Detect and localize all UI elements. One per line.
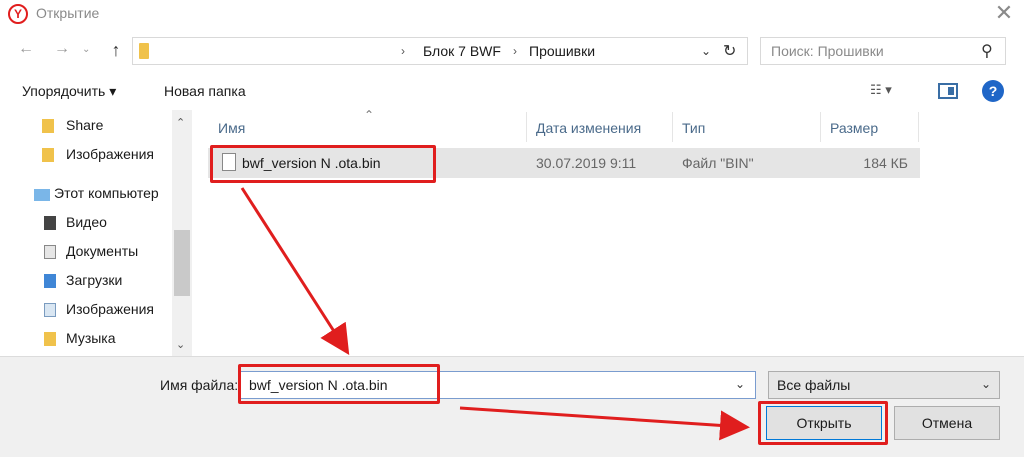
address-bar[interactable]: › Блок 7 BWF › Прошивки ⌄ ↻ bbox=[132, 37, 748, 65]
preview-pane-icon[interactable] bbox=[938, 83, 958, 99]
folder-icon bbox=[42, 148, 54, 162]
documents-icon bbox=[44, 245, 56, 259]
music-icon bbox=[44, 332, 56, 346]
file-type: Файл "BIN" bbox=[682, 155, 754, 171]
column-header-size[interactable]: Размер bbox=[830, 120, 878, 136]
new-folder-button[interactable]: Новая папка bbox=[164, 83, 246, 99]
highlight-box-open-button bbox=[758, 401, 888, 445]
sidebar-item-video[interactable]: Видео bbox=[0, 209, 170, 237]
column-divider[interactable] bbox=[672, 112, 673, 142]
search-placeholder: Поиск: Прошивки bbox=[771, 43, 884, 59]
column-header-date[interactable]: Дата изменения bbox=[536, 120, 641, 136]
chevron-up-icon[interactable]: ⌃ bbox=[176, 116, 185, 129]
column-divider[interactable] bbox=[918, 112, 919, 142]
breadcrumb-separator-icon[interactable]: › bbox=[401, 44, 405, 58]
highlight-box-file bbox=[210, 145, 436, 183]
sidebar-item-label: Share bbox=[66, 117, 104, 133]
sidebar-item-label: Загрузки bbox=[66, 272, 123, 288]
search-icon[interactable]: ⚲ bbox=[981, 41, 993, 61]
search-input[interactable]: Поиск: Прошивки ⚲ bbox=[760, 37, 1006, 65]
sidebar-item-documents[interactable]: Документы bbox=[0, 238, 170, 266]
forward-button[interactable]: → bbox=[50, 40, 74, 64]
sidebar-item-downloads[interactable]: Загрузки bbox=[0, 267, 170, 295]
close-icon[interactable]: ✕ bbox=[992, 1, 1016, 25]
highlight-box-filename-input bbox=[238, 364, 440, 404]
sidebar-item-label: Видео bbox=[66, 214, 107, 230]
sidebar-item-music[interactable]: Музыка bbox=[0, 325, 170, 353]
help-icon[interactable]: ? bbox=[982, 80, 1004, 102]
sidebar-item-label: Этот компьютер bbox=[54, 185, 159, 201]
chevron-down-icon[interactable]: ⌄ bbox=[701, 44, 711, 58]
breadcrumb-item[interactable]: Прошивки bbox=[529, 43, 595, 59]
sidebar-item-this-pc[interactable]: Этот компьютер bbox=[0, 180, 170, 208]
column-header-name[interactable]: Имя bbox=[218, 120, 245, 136]
sidebar-item-label: Изображения bbox=[66, 146, 154, 162]
organize-button[interactable]: Упорядочить ▾ bbox=[22, 83, 116, 100]
filetype-select[interactable]: Все файлы ⌄ bbox=[768, 371, 1000, 399]
pictures-icon bbox=[44, 303, 56, 317]
view-options-icon[interactable]: ☷ ▾ bbox=[870, 82, 910, 102]
sidebar-scrollbar[interactable]: ⌃ ⌄ bbox=[172, 110, 192, 356]
arrow-to-filename-input bbox=[240, 187, 350, 356]
file-size: 184 КБ bbox=[863, 155, 908, 171]
column-header-type[interactable]: Тип bbox=[682, 120, 705, 136]
chevron-down-icon[interactable]: ⌄ bbox=[176, 338, 185, 351]
file-date: 30.07.2019 9:11 bbox=[536, 155, 637, 171]
toolbar: Упорядочить ▾ Новая папка ☷ ▾ ? bbox=[0, 72, 1024, 110]
sidebar-item-pictures[interactable]: Изображения bbox=[0, 296, 170, 324]
computer-icon bbox=[34, 189, 50, 201]
refresh-icon[interactable]: ↻ bbox=[723, 41, 736, 61]
folder-icon bbox=[139, 43, 149, 59]
sidebar-item-label: Музыка bbox=[66, 330, 116, 346]
window-title: Открытие bbox=[36, 5, 100, 21]
file-list-header: Имя Дата изменения Тип Размер bbox=[208, 112, 920, 142]
video-icon bbox=[44, 216, 56, 230]
filetype-value: Все файлы bbox=[777, 377, 851, 393]
sidebar-item-share[interactable]: Share bbox=[0, 112, 170, 140]
sidebar-item-images-quick[interactable]: Изображения bbox=[0, 141, 170, 169]
downloads-icon bbox=[44, 274, 56, 288]
filename-label: Имя файла: bbox=[160, 377, 239, 393]
column-divider[interactable] bbox=[526, 112, 527, 142]
back-button[interactable]: ← bbox=[14, 40, 38, 64]
sidebar-item-label: Изображения bbox=[66, 301, 154, 317]
navigation-pane: Share Изображения Этот компьютер Видео Д… bbox=[0, 110, 194, 356]
recent-locations-chevron-icon[interactable]: ⌄ bbox=[82, 44, 96, 58]
chevron-down-icon[interactable]: ⌄ bbox=[735, 377, 745, 391]
yandex-browser-icon: Y bbox=[8, 4, 28, 24]
chevron-down-icon[interactable]: ⌄ bbox=[981, 377, 991, 391]
breadcrumb-item[interactable]: Блок 7 BWF bbox=[423, 43, 501, 59]
folder-icon bbox=[42, 119, 54, 133]
column-divider[interactable] bbox=[820, 112, 821, 142]
title-bar: Y Открытие ✕ bbox=[0, 0, 1024, 30]
cancel-button[interactable]: Отмена bbox=[894, 406, 1000, 440]
sidebar-item-label: Документы bbox=[66, 243, 139, 259]
breadcrumb-separator-icon[interactable]: › bbox=[513, 44, 517, 58]
scrollbar-thumb[interactable] bbox=[174, 230, 190, 296]
up-folder-button[interactable]: ↑ bbox=[104, 40, 128, 64]
